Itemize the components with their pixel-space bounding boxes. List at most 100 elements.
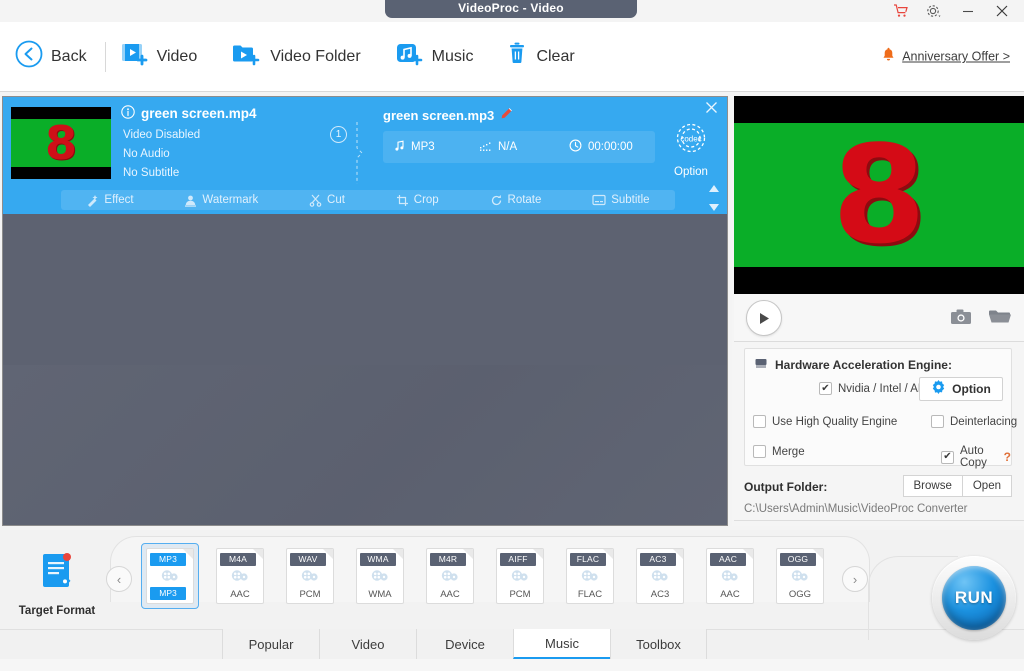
bell-icon	[882, 46, 895, 67]
add-music-button[interactable]: Music	[395, 41, 474, 72]
hardware-title-row: Hardware Acceleration Engine:	[753, 357, 952, 373]
tab-music[interactable]: Music	[513, 629, 610, 659]
format-item-wrap: AAC AAC	[706, 548, 754, 604]
settings-gear-icon[interactable]	[918, 0, 950, 22]
format-item-wrap: M4A AAC	[216, 548, 264, 604]
anniversary-offer-link[interactable]: Anniversary Offer >	[882, 46, 1010, 67]
codec-gear-icon: codec	[670, 123, 712, 163]
auto-copy-label: Auto Copy	[960, 445, 987, 469]
high-quality-checkbox[interactable]	[753, 415, 766, 428]
add-video-folder-button[interactable]: Video Folder	[231, 41, 361, 72]
crop-label: Crop	[413, 194, 439, 206]
auto-copy-checkbox[interactable]	[941, 450, 954, 464]
tab-device[interactable]: Device	[416, 629, 513, 659]
format-item-mp3[interactable]: MP3 MP3	[141, 543, 199, 609]
tab-video[interactable]: Video	[319, 629, 416, 659]
open-button[interactable]: Open	[962, 475, 1012, 497]
tab-toolbox[interactable]: Toolbox	[610, 629, 707, 659]
preview-actions	[950, 308, 1012, 330]
close-button[interactable]	[986, 0, 1018, 22]
merge-label: Merge	[772, 445, 805, 458]
format-codec-label: MP3	[150, 587, 186, 600]
list-scroll-arrows[interactable]	[708, 180, 720, 217]
play-button[interactable]	[746, 300, 782, 336]
clear-button[interactable]: Clear	[507, 41, 575, 72]
format-item-wrap: WMA WMA	[356, 548, 404, 604]
format-item-m4a[interactable]: M4A AAC	[216, 548, 264, 609]
output-folder-path[interactable]: C:\Users\Admin\Music\VideoProc Converter	[744, 503, 1012, 515]
format-item-wma[interactable]: WMA WMA	[356, 548, 404, 609]
format-item-ogg[interactable]: OGG OGG	[776, 548, 824, 609]
back-button[interactable]: Back	[14, 39, 87, 74]
snapshot-camera-icon[interactable]	[950, 308, 972, 330]
format-item-m4r[interactable]: M4R AAC	[426, 548, 474, 609]
hardware-option-button[interactable]: Option	[919, 377, 1003, 401]
high-quality-label: Use High Quality Engine	[772, 415, 898, 428]
help-question-icon[interactable]: ?	[1004, 450, 1011, 464]
format-item-ac3[interactable]: AC3 AC3	[636, 548, 684, 609]
thumbnail-digit: 8	[44, 116, 78, 170]
format-prev-button[interactable]: ‹	[106, 566, 132, 592]
film-reel-icon	[720, 569, 740, 590]
codec-option-button[interactable]: codec Option	[666, 119, 716, 178]
format-name-label: AAC	[710, 553, 746, 566]
minimize-button[interactable]	[952, 0, 984, 22]
music-icon	[395, 41, 425, 72]
format-item-wav[interactable]: WAV PCM	[286, 548, 334, 609]
format-codec-label: OGG	[788, 589, 812, 600]
format-codec-label: AAC	[720, 589, 740, 600]
open-folder-icon[interactable]	[988, 308, 1012, 330]
window-controls	[884, 0, 1018, 22]
deinterlacing-row[interactable]: Deinterlacing	[931, 415, 1017, 428]
run-button-wrap: RUN	[932, 556, 1016, 640]
scroll-down-icon[interactable]	[708, 199, 720, 217]
film-reel-icon	[650, 569, 670, 590]
hardware-title-label: Hardware Acceleration Engine:	[775, 358, 952, 372]
run-button[interactable]: RUN	[942, 566, 1006, 630]
file-item-card[interactable]: 8 green screen.mp4 Video Disabled No Aud…	[3, 97, 727, 214]
source-detail-audio: No Audio	[123, 148, 170, 160]
merge-row[interactable]: Merge	[753, 445, 805, 458]
nvidia-checkbox[interactable]	[819, 382, 832, 395]
subtitle-tool[interactable]: Subtitle	[592, 194, 650, 206]
crop-tool[interactable]: Crop	[396, 194, 439, 207]
close-icon[interactable]	[705, 101, 718, 119]
scroll-up-icon[interactable]	[708, 180, 720, 198]
cut-label: Cut	[327, 194, 345, 206]
cut-tool[interactable]: Cut	[309, 194, 345, 207]
add-video-button[interactable]: Video	[120, 41, 197, 72]
format-card: AC3 AC3	[636, 548, 684, 604]
info-icon[interactable]	[121, 105, 135, 122]
high-quality-row[interactable]: Use High Quality Engine	[753, 415, 897, 428]
right-panel: 8 Hardware Acceleration Engine: ✔ Nvidia…	[732, 96, 1024, 526]
format-item-aac[interactable]: AAC AAC	[706, 548, 754, 609]
effect-tool[interactable]: Effect	[86, 194, 134, 207]
tab-popular[interactable]: Popular	[222, 629, 319, 659]
target-format-button[interactable]: Target Format	[14, 552, 100, 617]
format-card: FLAC FLAC	[566, 548, 614, 604]
browse-button[interactable]: Browse	[902, 475, 963, 497]
source-title-row: green screen.mp4	[121, 105, 351, 122]
output-file-info: green screen.mp3 MP3 N/A 00:00:00	[383, 107, 655, 163]
watermark-tool[interactable]: Watermark	[184, 194, 258, 207]
output-resolution-cell: N/A	[479, 140, 569, 155]
rotate-tool[interactable]: Rotate	[490, 194, 541, 207]
format-item-flac[interactable]: FLAC FLAC	[566, 548, 614, 609]
music-label: Music	[431, 47, 474, 65]
deinterlacing-checkbox[interactable]	[931, 415, 944, 428]
auto-copy-row[interactable]: Auto Copy ?	[941, 445, 1011, 469]
output-resolution-value: N/A	[498, 141, 518, 153]
film-reel-icon	[510, 569, 530, 590]
video-preview[interactable]: 8	[734, 96, 1024, 294]
deinterlacing-label: Deinterlacing	[950, 415, 1018, 428]
format-codec-label: PCM	[299, 589, 321, 600]
output-duration-value: 00:00:00	[588, 141, 633, 153]
tab-label: Video	[351, 636, 385, 652]
format-item-aiff[interactable]: AIFF PCM	[496, 548, 544, 609]
edit-pencil-icon[interactable]	[500, 107, 513, 123]
source-file-info: green screen.mp4 Video Disabled No Audio…	[121, 105, 351, 179]
merge-checkbox[interactable]	[753, 445, 766, 458]
format-card: WAV PCM	[286, 548, 334, 604]
format-next-button[interactable]: ›	[842, 566, 868, 592]
cart-icon[interactable]	[884, 0, 916, 22]
